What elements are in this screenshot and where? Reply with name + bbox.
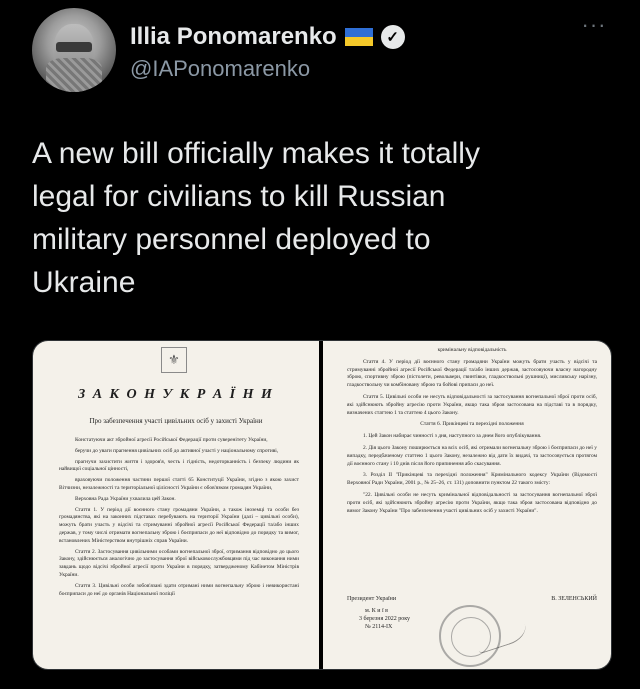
flag-yellow-stripe bbox=[344, 37, 373, 46]
more-options-icon[interactable]: ··· bbox=[580, 14, 608, 38]
verified-badge-icon: ✓ bbox=[380, 25, 405, 49]
law-article: Стаття 5. Цивільні особи не несуть відпо… bbox=[347, 393, 597, 416]
law-body-right: кримінальну відповідальність Стаття 4. У… bbox=[347, 347, 597, 519]
flag-blue-stripe bbox=[344, 28, 373, 37]
law-paragraph: враховуючи положення частини першої стат… bbox=[59, 477, 299, 491]
law-paragraph: прагнучи захистити життя і здоров'я, чес… bbox=[59, 458, 299, 473]
display-name[interactable]: Illia Ponomarenko bbox=[130, 23, 337, 51]
law-paragraph: 2. Дія цього Закону поширюється на всіх … bbox=[347, 444, 597, 467]
trident-emblem-icon: ⚜ bbox=[161, 347, 187, 373]
law-article: Стаття 4. У період дії воєнного стану гр… bbox=[347, 358, 597, 389]
law-number: № 2114-IX bbox=[365, 624, 393, 630]
law-body-left: Констатуючи акт збройної агресії Російсь… bbox=[59, 437, 299, 601]
law-article: Стаття 2. Застосування цивільними особам… bbox=[59, 548, 299, 578]
ukraine-flag-icon bbox=[344, 28, 373, 46]
law-article: Стаття 1. У період дії воєнного стану гр… bbox=[59, 506, 299, 544]
author-names: Illia Ponomarenko ✓ @IAPonomarenko bbox=[130, 22, 405, 82]
display-name-row: Illia Ponomarenko ✓ bbox=[130, 22, 405, 52]
tweet-media[interactable]: ⚜ З А К О Н У К Р А Ї Н И Про забезпечен… bbox=[32, 340, 612, 670]
tweet-text: A new bill officially makes it totally l… bbox=[32, 137, 480, 299]
tweet-header: Illia Ponomarenko ✓ @IAPonomarenko ··· bbox=[32, 8, 612, 98]
avatar-headband bbox=[56, 42, 92, 52]
law-article: Стаття 3. Цивільні особи зобов'язані зда… bbox=[59, 582, 299, 597]
law-paragraph: 3. Розділ II "Прикінцеві та перехідні по… bbox=[347, 472, 597, 487]
page-header-fragment: кримінальну відповідальність bbox=[437, 347, 507, 353]
avatar-scarf bbox=[46, 58, 102, 92]
law-paragraph: "22. Цивільні особи не несуть кримінальн… bbox=[347, 491, 597, 514]
law-paragraph: беручи до уваги прагнення цивільних осіб… bbox=[75, 447, 279, 454]
avatar[interactable] bbox=[32, 8, 116, 92]
signatory-title: Президент України bbox=[347, 596, 397, 602]
law-paragraph: 1. Цей Закон набирає чинності з дня, нас… bbox=[363, 433, 542, 440]
law-paragraph: Верховна Рада України ухвалила цей Закон… bbox=[75, 495, 176, 502]
user-handle[interactable]: @IAPonomarenko bbox=[130, 56, 405, 82]
document-page-right[interactable]: кримінальну відповідальність Стаття 4. У… bbox=[323, 341, 611, 669]
law-subtitle: Про забезпечення участі цивільних осіб у… bbox=[89, 417, 263, 425]
signatory-name: В. ЗЕЛЕНСЬКИЙ bbox=[551, 596, 597, 602]
law-section-heading: Стаття 6. Прикінцеві та перехідні положе… bbox=[420, 421, 524, 428]
law-title: З А К О Н У К Р А Ї Н И bbox=[78, 387, 274, 402]
law-paragraph: Констатуючи акт збройної агресії Російсь… bbox=[75, 437, 268, 443]
document-page-left[interactable]: ⚜ З А К О Н У К Р А Ї Н И Про забезпечен… bbox=[33, 341, 319, 669]
